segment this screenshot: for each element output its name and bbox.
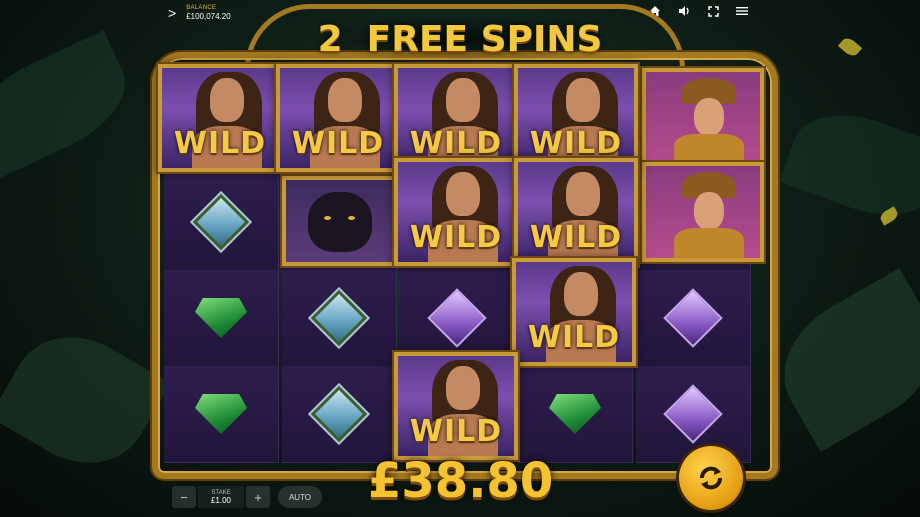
- jungle-leaf: [779, 97, 920, 233]
- reel-cell: [164, 174, 279, 271]
- panther-head: [308, 192, 372, 252]
- volume-icon[interactable]: [676, 4, 692, 18]
- wild-symbol: WILD: [276, 64, 400, 172]
- autoplay-button[interactable]: AUTO: [278, 486, 322, 508]
- explorer-coat: [674, 228, 744, 258]
- reel-cell: [164, 366, 279, 463]
- stake-display: STAKE £1.00: [198, 486, 244, 508]
- hero-face: [446, 366, 480, 410]
- falling-leaf: [837, 35, 863, 59]
- hero-face: [564, 272, 598, 316]
- reel-cell: [282, 270, 397, 367]
- panther-eye: [348, 216, 355, 220]
- emerald-symbol-icon: [195, 394, 247, 434]
- reel-grid: WILD WILD WILD WILD WILD WILD WILD WILD: [158, 64, 764, 464]
- explorer-symbol: [642, 68, 764, 168]
- panther-symbol: [282, 176, 396, 266]
- panther-eye: [324, 216, 331, 220]
- explorer-symbol: [642, 162, 764, 262]
- spin-button[interactable]: [679, 446, 743, 510]
- top-toolbar: [647, 4, 750, 18]
- diamond-symbol-icon: [189, 190, 253, 254]
- explorer-face: [694, 192, 724, 230]
- reel-cell: [636, 366, 751, 463]
- wild-label: WILD: [409, 414, 503, 449]
- hero-face: [446, 78, 480, 122]
- wild-label: WILD: [409, 220, 503, 255]
- wild-symbol: WILD: [512, 258, 636, 366]
- balance-label: BALANCE: [186, 5, 217, 11]
- stake-control: − STAKE £1.00 +: [172, 486, 270, 508]
- wild-label: WILD: [409, 126, 503, 161]
- hero-face: [328, 78, 362, 122]
- free-spins-label: FREE SPINS: [366, 18, 603, 60]
- fullscreen-icon[interactable]: [705, 4, 721, 18]
- wild-symbol: WILD: [394, 64, 518, 172]
- free-spins-count: 2: [317, 18, 343, 60]
- balance-value: £100,074.20: [186, 12, 231, 21]
- stake-decrease-button[interactable]: −: [172, 486, 196, 508]
- reload-icon: [700, 466, 722, 490]
- amethyst-symbol-icon: [663, 288, 723, 348]
- hero-face: [210, 78, 244, 122]
- balance-area: > BALANCE £100,074.20: [168, 2, 231, 21]
- diamond-symbol-icon: [307, 382, 371, 446]
- emerald-symbol-icon: [549, 394, 601, 434]
- wild-symbol: WILD: [158, 64, 282, 172]
- jungle-leaf: [0, 30, 142, 180]
- stake-increase-button[interactable]: +: [246, 486, 270, 508]
- balance-display: BALANCE £100,074.20: [186, 2, 231, 21]
- wild-label: WILD: [291, 126, 385, 161]
- reel-cell: [518, 366, 633, 463]
- wild-symbol: WILD: [394, 158, 518, 266]
- wild-label: WILD: [173, 126, 267, 161]
- hero-face: [566, 172, 600, 216]
- reel-cell: [636, 270, 751, 367]
- hamburger-menu-icon[interactable]: [734, 4, 750, 18]
- wild-symbol: WILD: [394, 352, 518, 460]
- amethyst-symbol-icon: [663, 384, 723, 444]
- diamond-symbol-icon: [307, 286, 371, 350]
- menu-chevron-icon[interactable]: >: [168, 5, 176, 21]
- jungle-leaf: [0, 313, 171, 487]
- explorer-face: [694, 98, 724, 136]
- stake-value: £1.00: [210, 495, 232, 505]
- wild-label: WILD: [527, 320, 621, 355]
- amethyst-symbol-icon: [427, 288, 487, 348]
- reel-cell: [282, 366, 397, 463]
- wild-label: WILD: [529, 126, 623, 161]
- wild-label: WILD: [529, 220, 623, 255]
- win-amount: £38.80: [368, 453, 554, 509]
- emerald-symbol-icon: [195, 298, 247, 338]
- free-spins-banner: 2 FREE SPINS: [300, 16, 620, 62]
- reel-cell: [164, 270, 279, 367]
- jungle-leaf: [760, 268, 920, 452]
- wild-symbol: WILD: [514, 158, 638, 266]
- hero-face: [566, 78, 600, 122]
- hero-face: [446, 172, 480, 216]
- wild-symbol: WILD: [514, 64, 638, 172]
